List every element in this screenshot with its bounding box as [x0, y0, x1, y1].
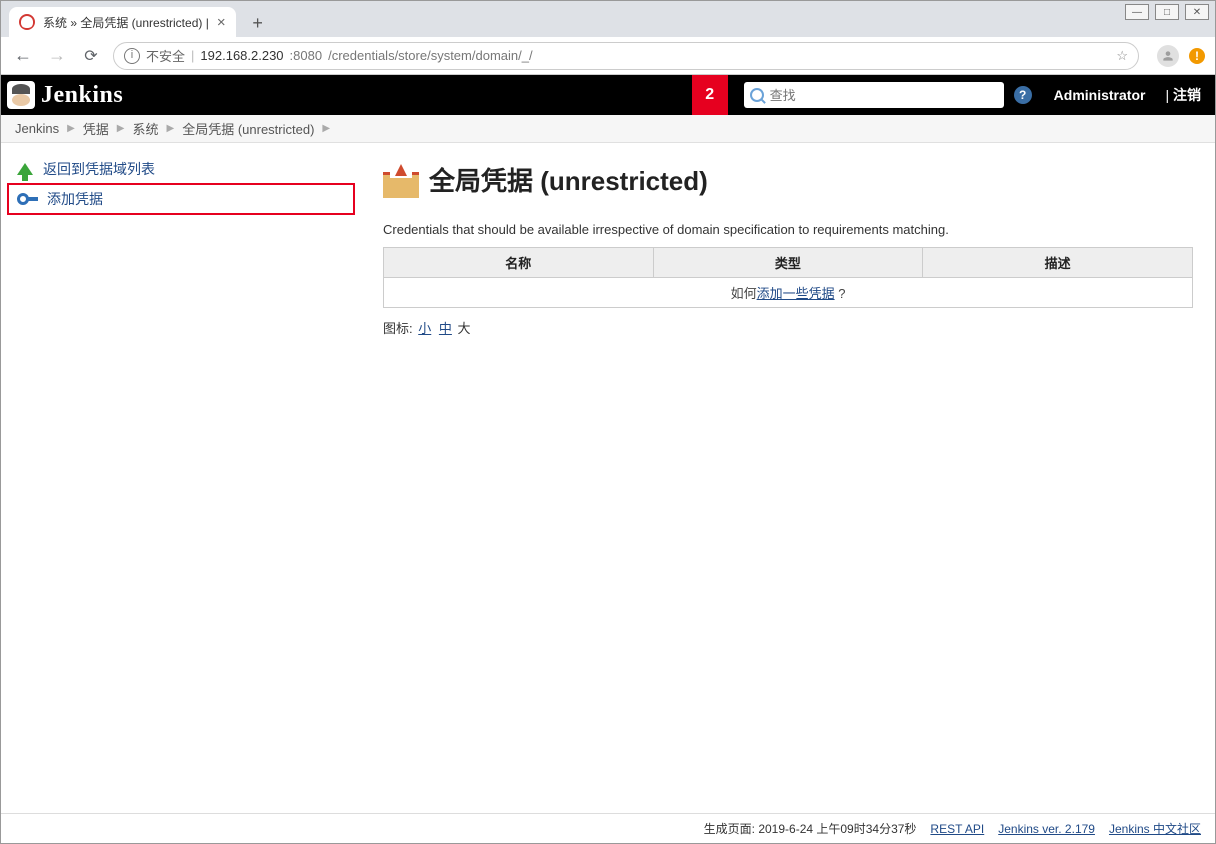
insecure-label: 不安全 — [146, 46, 185, 65]
table-header-name[interactable]: 名称 — [384, 248, 654, 278]
breadcrumb-item[interactable]: Jenkins — [15, 121, 59, 136]
search-box[interactable] — [744, 82, 1004, 108]
breadcrumb-item[interactable]: 凭据 — [83, 119, 109, 138]
sidebar-item-add-credentials[interactable]: 添加凭据 — [7, 183, 355, 215]
browser-toolbar: ← → ⟳ i 不安全 | 192.168.2.230 :8080/credent… — [1, 37, 1215, 75]
sidebar: 返回到凭据域列表 添加凭据 — [1, 143, 361, 723]
tab-close-icon[interactable]: × — [217, 15, 226, 30]
jenkins-logo[interactable]: Jenkins — [7, 81, 123, 109]
jenkins-logo-text: Jenkins — [41, 82, 123, 109]
footer-version-link[interactable]: Jenkins ver. 2.179 — [998, 822, 1095, 836]
breadcrumb-item[interactable]: 全局凭据 (unrestricted) — [182, 119, 314, 138]
icon-size-small[interactable]: 小 — [418, 321, 431, 336]
icon-size-selector: 图标: 小 中 大 — [383, 318, 1193, 337]
main-panel: 全局凭据 (unrestricted) Credentials that sho… — [361, 143, 1215, 723]
nav-back-button[interactable]: ← — [11, 44, 35, 68]
page-description: Credentials that should be available irr… — [383, 222, 1193, 237]
icon-size-label: 图标: — [383, 321, 413, 336]
logout-link[interactable]: 注销 — [1165, 85, 1201, 105]
address-bar[interactable]: i 不安全 | 192.168.2.230 :8080/credentials/s… — [113, 42, 1139, 70]
window-controls: — □ ✕ — [1119, 1, 1215, 23]
page-body: 返回到凭据域列表 添加凭据 全局凭据 (unrestricted) Creden… — [1, 143, 1215, 723]
bookmark-star-icon[interactable]: ☆ — [1116, 48, 1128, 64]
up-arrow-icon — [17, 163, 33, 175]
key-icon — [17, 193, 39, 205]
credentials-table: 名称 类型 描述 如何添加一些凭据 ? — [383, 247, 1193, 308]
table-empty-row: 如何添加一些凭据 ? — [384, 278, 1193, 308]
footer-community-link[interactable]: Jenkins 中文社区 — [1109, 820, 1201, 837]
sidebar-item-label: 返回到凭据域列表 — [43, 159, 155, 179]
castle-icon — [383, 162, 419, 198]
sidebar-item-back-to-domains[interactable]: 返回到凭据域列表 — [7, 155, 355, 183]
search-icon — [750, 88, 764, 102]
empty-prefix: 如何 — [731, 286, 757, 301]
chevron-right-icon: ▶ — [117, 123, 125, 134]
footer-rest-api-link[interactable]: REST API — [930, 822, 984, 836]
chevron-right-icon: ▶ — [167, 123, 175, 134]
footer-generated: 生成页面: 2019-6-24 上午09时34分37秒 — [704, 820, 917, 837]
nav-forward-button[interactable]: → — [45, 44, 69, 68]
browser-menu-warning-icon[interactable]: ! — [1189, 48, 1205, 64]
breadcrumb-item[interactable]: 系统 — [133, 119, 159, 138]
jenkins-header: Jenkins 2 ? Administrator 注销 — [1, 75, 1215, 115]
page-title: 全局凭据 (unrestricted) — [383, 161, 1193, 198]
browser-tab-title: 系统 » 全局凭据 (unrestricted) | — [43, 14, 209, 31]
page-title-text: 全局凭据 (unrestricted) — [429, 161, 708, 198]
window-minimize-button[interactable]: — — [1125, 4, 1149, 20]
help-icon[interactable]: ? — [1014, 86, 1032, 104]
url-port: :8080 — [290, 48, 323, 63]
empty-suffix: ? — [835, 286, 846, 301]
url-host: 192.168.2.230 — [200, 48, 283, 63]
site-info-icon[interactable]: i — [124, 48, 140, 64]
page-footer: 生成页面: 2019-6-24 上午09时34分37秒 REST API Jen… — [1, 813, 1215, 843]
jenkins-favicon-icon — [19, 14, 35, 30]
table-header-description[interactable]: 描述 — [923, 248, 1193, 278]
browser-tab[interactable]: 系统 » 全局凭据 (unrestricted) | × — [9, 7, 236, 37]
jenkins-head-icon — [7, 81, 35, 109]
breadcrumb: Jenkins ▶ 凭据 ▶ 系统 ▶ 全局凭据 (unrestricted) … — [1, 115, 1215, 143]
chevron-right-icon: ▶ — [67, 123, 75, 134]
window-maximize-button[interactable]: □ — [1155, 4, 1179, 20]
new-tab-button[interactable]: + — [244, 9, 272, 37]
profile-avatar-button[interactable] — [1157, 45, 1179, 67]
table-header-type[interactable]: 类型 — [653, 248, 923, 278]
search-input[interactable] — [768, 87, 998, 104]
chevron-right-icon: ▶ — [322, 123, 330, 134]
add-some-credentials-link[interactable]: 添加一些凭据 — [757, 286, 835, 301]
person-icon — [1161, 49, 1175, 63]
window-close-button[interactable]: ✕ — [1185, 4, 1209, 20]
browser-tab-strip: 系统 » 全局凭据 (unrestricted) | × + — [1, 1, 1215, 37]
current-user-link[interactable]: Administrator — [1054, 87, 1146, 103]
url-path: /credentials/store/system/domain/_/ — [328, 48, 532, 63]
icon-size-medium[interactable]: 中 — [439, 321, 452, 336]
sidebar-item-label: 添加凭据 — [47, 189, 103, 209]
notification-badge[interactable]: 2 — [692, 75, 728, 115]
icon-size-large: 大 — [458, 321, 471, 336]
nav-reload-button[interactable]: ⟳ — [79, 44, 103, 68]
notification-count: 2 — [705, 86, 714, 104]
omnibox-divider: | — [191, 48, 194, 63]
